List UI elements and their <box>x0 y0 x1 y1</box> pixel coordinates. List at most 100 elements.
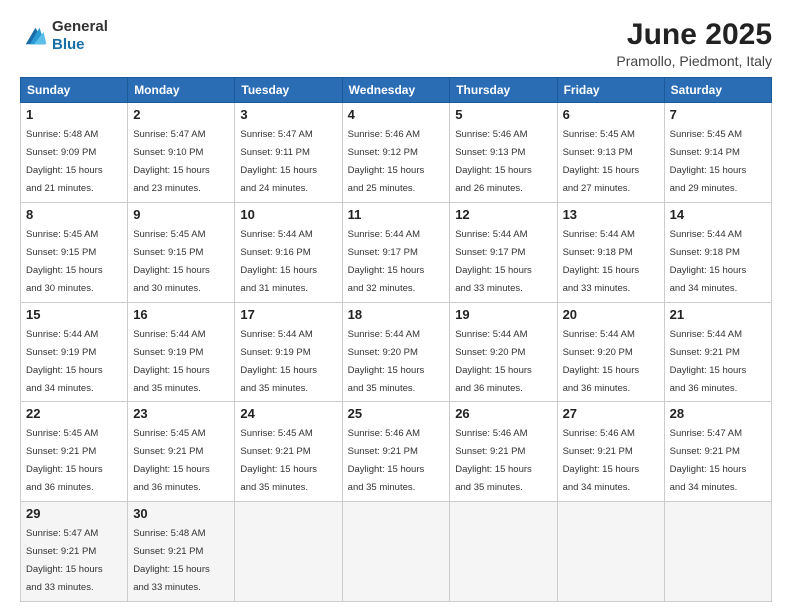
day-info: Sunrise: 5:44 AMSunset: 9:20 PMDaylight:… <box>455 329 532 394</box>
calendar-day-cell: 28 Sunrise: 5:47 AMSunset: 9:21 PMDaylig… <box>664 402 771 502</box>
calendar-day-cell: 21 Sunrise: 5:44 AMSunset: 9:21 PMDaylig… <box>664 302 771 402</box>
day-info: Sunrise: 5:47 AMSunset: 9:21 PMDaylight:… <box>670 428 747 493</box>
calendar-day-cell: 8 Sunrise: 5:45 AMSunset: 9:15 PMDayligh… <box>21 202 128 302</box>
day-info: Sunrise: 5:44 AMSunset: 9:17 PMDaylight:… <box>455 229 532 294</box>
day-number: 6 <box>563 107 659 122</box>
calendar-header-row: SundayMondayTuesdayWednesdayThursdayFrid… <box>21 78 772 103</box>
day-number: 1 <box>26 107 122 122</box>
calendar-week-row: 8 Sunrise: 5:45 AMSunset: 9:15 PMDayligh… <box>21 202 772 302</box>
day-info: Sunrise: 5:44 AMSunset: 9:18 PMDaylight:… <box>670 229 747 294</box>
calendar-day-cell: 12 Sunrise: 5:44 AMSunset: 9:17 PMDaylig… <box>450 202 557 302</box>
calendar-week-row: 1 Sunrise: 5:48 AMSunset: 9:09 PMDayligh… <box>21 103 772 203</box>
calendar-day-cell: 3 Sunrise: 5:47 AMSunset: 9:11 PMDayligh… <box>235 103 342 203</box>
day-info: Sunrise: 5:44 AMSunset: 9:20 PMDaylight:… <box>563 329 640 394</box>
calendar-day-cell: 4 Sunrise: 5:46 AMSunset: 9:12 PMDayligh… <box>342 103 450 203</box>
day-number: 9 <box>133 207 229 222</box>
calendar-day-cell <box>450 502 557 602</box>
day-number: 15 <box>26 307 122 322</box>
day-number: 2 <box>133 107 229 122</box>
day-info: Sunrise: 5:46 AMSunset: 9:12 PMDaylight:… <box>348 129 425 194</box>
calendar-day-cell: 16 Sunrise: 5:44 AMSunset: 9:19 PMDaylig… <box>128 302 235 402</box>
day-number: 22 <box>26 406 122 421</box>
day-number: 25 <box>348 406 445 421</box>
day-info: Sunrise: 5:45 AMSunset: 9:21 PMDaylight:… <box>133 428 210 493</box>
calendar-day-cell: 25 Sunrise: 5:46 AMSunset: 9:21 PMDaylig… <box>342 402 450 502</box>
day-info: Sunrise: 5:47 AMSunset: 9:11 PMDaylight:… <box>240 129 317 194</box>
calendar-day-cell: 29 Sunrise: 5:47 AMSunset: 9:21 PMDaylig… <box>21 502 128 602</box>
day-info: Sunrise: 5:44 AMSunset: 9:20 PMDaylight:… <box>348 329 425 394</box>
day-number: 26 <box>455 406 551 421</box>
calendar-day-cell <box>664 502 771 602</box>
day-number: 24 <box>240 406 336 421</box>
header-cell: Sunday <box>21 78 128 103</box>
calendar-day-cell: 13 Sunrise: 5:44 AMSunset: 9:18 PMDaylig… <box>557 202 664 302</box>
calendar-day-cell: 20 Sunrise: 5:44 AMSunset: 9:20 PMDaylig… <box>557 302 664 402</box>
day-info: Sunrise: 5:47 AMSunset: 9:10 PMDaylight:… <box>133 129 210 194</box>
day-info: Sunrise: 5:48 AMSunset: 9:21 PMDaylight:… <box>133 528 210 593</box>
calendar-day-cell <box>342 502 450 602</box>
day-info: Sunrise: 5:45 AMSunset: 9:14 PMDaylight:… <box>670 129 747 194</box>
month-title: June 2025 <box>616 18 772 51</box>
page: General Blue June 2025 Pramollo, Piedmon… <box>0 0 792 612</box>
day-info: Sunrise: 5:48 AMSunset: 9:09 PMDaylight:… <box>26 129 103 194</box>
logo: General Blue <box>20 18 108 54</box>
header-cell: Friday <box>557 78 664 103</box>
calendar-day-cell: 23 Sunrise: 5:45 AMSunset: 9:21 PMDaylig… <box>128 402 235 502</box>
day-number: 29 <box>26 506 122 521</box>
calendar-day-cell: 14 Sunrise: 5:44 AMSunset: 9:18 PMDaylig… <box>664 202 771 302</box>
calendar-day-cell: 5 Sunrise: 5:46 AMSunset: 9:13 PMDayligh… <box>450 103 557 203</box>
day-number: 18 <box>348 307 445 322</box>
calendar-day-cell: 2 Sunrise: 5:47 AMSunset: 9:10 PMDayligh… <box>128 103 235 203</box>
calendar-day-cell: 11 Sunrise: 5:44 AMSunset: 9:17 PMDaylig… <box>342 202 450 302</box>
calendar-day-cell: 19 Sunrise: 5:44 AMSunset: 9:20 PMDaylig… <box>450 302 557 402</box>
calendar-week-row: 15 Sunrise: 5:44 AMSunset: 9:19 PMDaylig… <box>21 302 772 402</box>
calendar-week-row: 22 Sunrise: 5:45 AMSunset: 9:21 PMDaylig… <box>21 402 772 502</box>
calendar-day-cell: 26 Sunrise: 5:46 AMSunset: 9:21 PMDaylig… <box>450 402 557 502</box>
day-number: 17 <box>240 307 336 322</box>
logo-general: General <box>52 18 108 35</box>
calendar-day-cell: 1 Sunrise: 5:48 AMSunset: 9:09 PMDayligh… <box>21 103 128 203</box>
day-number: 5 <box>455 107 551 122</box>
day-number: 21 <box>670 307 766 322</box>
logo-blue: Blue <box>52 36 85 53</box>
header-cell: Saturday <box>664 78 771 103</box>
calendar-day-cell: 24 Sunrise: 5:45 AMSunset: 9:21 PMDaylig… <box>235 402 342 502</box>
day-number: 4 <box>348 107 445 122</box>
day-info: Sunrise: 5:45 AMSunset: 9:21 PMDaylight:… <box>26 428 103 493</box>
day-number: 3 <box>240 107 336 122</box>
calendar-day-cell: 30 Sunrise: 5:48 AMSunset: 9:21 PMDaylig… <box>128 502 235 602</box>
day-info: Sunrise: 5:44 AMSunset: 9:19 PMDaylight:… <box>133 329 210 394</box>
day-info: Sunrise: 5:45 AMSunset: 9:15 PMDaylight:… <box>133 229 210 294</box>
day-info: Sunrise: 5:45 AMSunset: 9:13 PMDaylight:… <box>563 129 640 194</box>
calendar-day-cell <box>235 502 342 602</box>
title-block: June 2025 Pramollo, Piedmont, Italy <box>616 18 772 69</box>
day-number: 27 <box>563 406 659 421</box>
day-number: 23 <box>133 406 229 421</box>
logo-icon <box>20 25 48 47</box>
calendar-day-cell: 22 Sunrise: 5:45 AMSunset: 9:21 PMDaylig… <box>21 402 128 502</box>
calendar-day-cell: 10 Sunrise: 5:44 AMSunset: 9:16 PMDaylig… <box>235 202 342 302</box>
day-info: Sunrise: 5:45 AMSunset: 9:21 PMDaylight:… <box>240 428 317 493</box>
day-info: Sunrise: 5:44 AMSunset: 9:16 PMDaylight:… <box>240 229 317 294</box>
day-info: Sunrise: 5:45 AMSunset: 9:15 PMDaylight:… <box>26 229 103 294</box>
calendar-week-row: 29 Sunrise: 5:47 AMSunset: 9:21 PMDaylig… <box>21 502 772 602</box>
day-number: 28 <box>670 406 766 421</box>
day-info: Sunrise: 5:46 AMSunset: 9:21 PMDaylight:… <box>348 428 425 493</box>
day-number: 13 <box>563 207 659 222</box>
day-number: 16 <box>133 307 229 322</box>
day-info: Sunrise: 5:44 AMSunset: 9:21 PMDaylight:… <box>670 329 747 394</box>
calendar-day-cell: 15 Sunrise: 5:44 AMSunset: 9:19 PMDaylig… <box>21 302 128 402</box>
day-number: 19 <box>455 307 551 322</box>
day-info: Sunrise: 5:44 AMSunset: 9:19 PMDaylight:… <box>26 329 103 394</box>
calendar-day-cell <box>557 502 664 602</box>
calendar-day-cell: 18 Sunrise: 5:44 AMSunset: 9:20 PMDaylig… <box>342 302 450 402</box>
day-info: Sunrise: 5:44 AMSunset: 9:18 PMDaylight:… <box>563 229 640 294</box>
day-number: 7 <box>670 107 766 122</box>
day-info: Sunrise: 5:46 AMSunset: 9:21 PMDaylight:… <box>455 428 532 493</box>
header-cell: Monday <box>128 78 235 103</box>
day-number: 10 <box>240 207 336 222</box>
day-info: Sunrise: 5:44 AMSunset: 9:17 PMDaylight:… <box>348 229 425 294</box>
calendar-day-cell: 9 Sunrise: 5:45 AMSunset: 9:15 PMDayligh… <box>128 202 235 302</box>
calendar-day-cell: 7 Sunrise: 5:45 AMSunset: 9:14 PMDayligh… <box>664 103 771 203</box>
day-info: Sunrise: 5:47 AMSunset: 9:21 PMDaylight:… <box>26 528 103 593</box>
